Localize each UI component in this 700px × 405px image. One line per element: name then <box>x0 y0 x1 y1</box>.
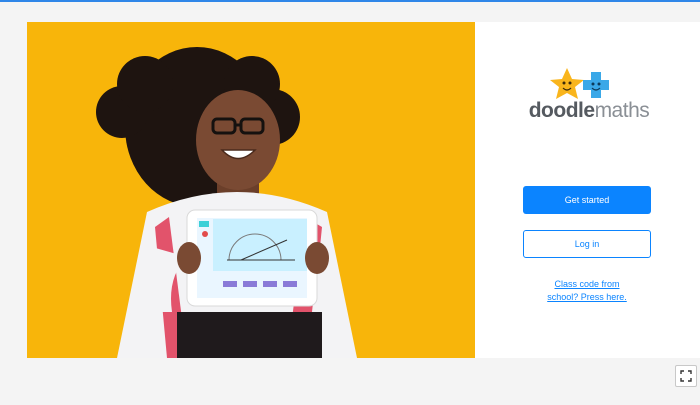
plus-icon <box>583 72 609 98</box>
class-code-line-1: Class code from <box>554 279 620 289</box>
brand-part-doodle: doodle <box>528 99 595 122</box>
top-accent-line <box>0 0 700 2</box>
doodlemaths-logo: doodlemaths <box>519 66 659 126</box>
get-started-button[interactable]: Get started <box>523 186 651 214</box>
hero-image <box>27 22 475 358</box>
class-code-line-2: school? Press here. <box>547 292 627 302</box>
logo-mascots <box>550 68 609 99</box>
brand-part-maths: maths <box>594 99 650 122</box>
class-code-link[interactable]: Class code from school? Press here. <box>531 278 643 304</box>
log-in-button[interactable]: Log in <box>523 230 651 258</box>
fullscreen-icon <box>680 370 692 382</box>
fullscreen-button[interactable] <box>675 365 697 387</box>
brand-wordmark: doodlemaths <box>519 98 659 124</box>
girl-with-tablet-illustration <box>27 22 475 358</box>
star-icon <box>550 68 584 99</box>
login-panel: doodlemaths Get started Log in Class cod… <box>475 22 700 358</box>
